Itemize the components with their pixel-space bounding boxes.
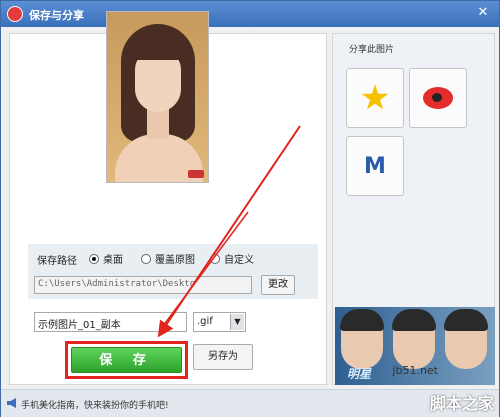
save-button[interactable]: 保 存 — [71, 347, 182, 373]
watermark-brand: 脚本之家 — [429, 394, 494, 413]
file-name-field[interactable]: 示例图片_01_副本 — [34, 312, 187, 332]
photo-neck — [147, 108, 169, 138]
close-button[interactable]: ✕ — [473, 4, 493, 22]
speaker-icon — [7, 398, 16, 408]
photo-watermark — [188, 170, 204, 178]
promo-hair — [444, 309, 488, 331]
qzone-star-icon — [361, 84, 389, 110]
extension-value: .gif — [197, 316, 213, 327]
window-title: 保存与分享 — [29, 9, 84, 22]
extension-select[interactable]: .gif ▼ — [193, 312, 246, 332]
weibo-icon — [423, 87, 453, 109]
radio-dot — [89, 253, 99, 264]
app-logo-icon — [7, 6, 23, 22]
status-bar: 手机美化指南，快来装扮你的手机吧! — [1, 389, 499, 417]
share-qzone-button[interactable] — [346, 68, 404, 128]
radio-dot — [210, 253, 220, 264]
save-highlight-box: 保 存 — [65, 341, 188, 379]
m-logo-icon: M — [364, 153, 386, 179]
share-title: 分享此图片 — [349, 45, 395, 55]
save-as-button[interactable]: 另存为 — [193, 344, 253, 370]
radio-dot — [141, 253, 151, 264]
change-path-button[interactable]: 更改 — [261, 275, 295, 295]
save-path-label: 保存路径 — [37, 256, 77, 267]
promo-hair — [392, 309, 436, 331]
save-path-field[interactable]: C:\Users\Administrator\Deskto — [34, 276, 252, 294]
promo-hair — [340, 309, 384, 331]
radio-custom[interactable]: 自定义 — [210, 251, 254, 266]
watermark-site: jb51.net — [392, 364, 438, 377]
radio-desktop[interactable]: 桌面 — [89, 251, 123, 266]
photo-preview — [106, 11, 209, 183]
radio-overwrite[interactable]: 覆盖原图 — [141, 251, 195, 266]
chevron-down-icon[interactable]: ▼ — [230, 314, 244, 330]
title-bar: 保存与分享 ✕ — [1, 1, 499, 27]
share-weibo-button[interactable] — [409, 68, 467, 128]
radio-label: 覆盖原图 — [155, 255, 195, 266]
radio-label: 桌面 — [103, 255, 123, 266]
promo-text: 明星 — [347, 367, 372, 381]
status-message[interactable]: 手机美化指南，快来装扮你的手机吧! — [21, 398, 169, 411]
share-momo-button[interactable]: M — [346, 136, 404, 196]
save-share-dialog: 保存与分享 ✕ 保存路径 桌面 覆盖原图 自定义 C:\Users\Admini… — [0, 0, 500, 417]
radio-label: 自定义 — [224, 255, 254, 266]
